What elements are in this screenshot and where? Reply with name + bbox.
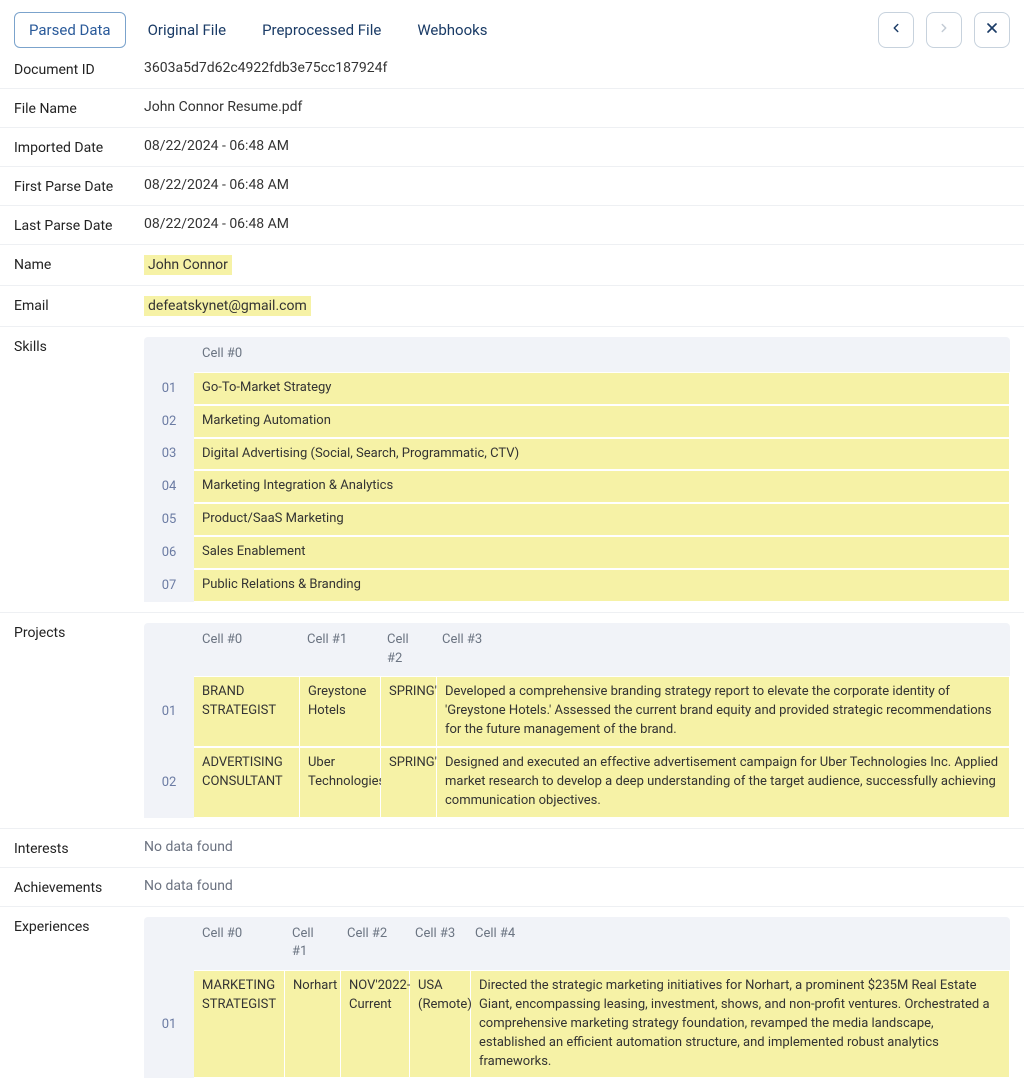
skill-cell: Marketing Integration & Analytics (194, 471, 1009, 502)
label-skills: Skills (14, 337, 132, 355)
project-company: Greystone Hotels (300, 677, 380, 746)
value-first-parse-date: 08/22/2024 - 06:48 AM (144, 177, 1010, 193)
row-last-parse-date: Last Parse Date 08/22/2024 - 06:48 AM (0, 206, 1024, 245)
table-row: 01BRAND STRATEGISTGreystone HotelsSPRING… (144, 676, 1010, 747)
chevron-left-icon (889, 21, 903, 39)
row-num: 05 (144, 503, 194, 536)
skill-cell: Go-To-Market Strategy (194, 373, 1009, 404)
label-interests: Interests (14, 839, 132, 857)
exp-header-cell-2: Cell #2 (339, 917, 407, 971)
experiences-grid: Cell #0 Cell #1 Cell #2 Cell #3 Cell #4 … (144, 917, 1010, 1079)
projects-header-cell-0: Cell #0 (194, 623, 299, 677)
chevron-right-icon (937, 21, 951, 39)
row-first-parse-date: First Parse Date 08/22/2024 - 06:48 AM (0, 167, 1024, 206)
value-imported-date: 08/22/2024 - 06:48 AM (144, 138, 1010, 154)
tab-preprocessed-file[interactable]: Preprocessed File (248, 13, 395, 47)
row-imported-date: Imported Date 08/22/2024 - 06:48 AM (0, 128, 1024, 167)
row-num: 06 (144, 536, 194, 569)
project-company: Uber Technologies (300, 748, 380, 817)
table-row: 02ADVERTISING CONSULTANTUber Technologie… (144, 747, 1010, 818)
skills-grid: Cell #0 01Go-To-Market Strategy02Marketi… (144, 337, 1010, 602)
value-email: defeatskynet@gmail.com (144, 296, 1010, 316)
projects-grid: Cell #0 Cell #1 Cell #2 Cell #3 01BRAND … (144, 623, 1010, 818)
row-num: 02 (144, 747, 194, 818)
close-button[interactable] (974, 12, 1010, 48)
row-num: 07 (144, 569, 194, 602)
exp-header-cell-0: Cell #0 (194, 917, 284, 971)
label-document-id: Document ID (14, 60, 132, 78)
row-num: 04 (144, 470, 194, 503)
row-num: 03 (144, 438, 194, 471)
table-row: 07Public Relations & Branding (144, 569, 1010, 602)
project-role: BRAND STRATEGIST (194, 677, 299, 746)
value-last-parse-date: 08/22/2024 - 06:48 AM (144, 216, 1010, 232)
skill-cell: Product/SaaS Marketing (194, 504, 1009, 535)
exp-period: NOV'2022-Current (341, 971, 409, 1077)
label-experiences: Experiences (14, 917, 132, 935)
table-row: 04Marketing Integration & Analytics (144, 470, 1010, 503)
row-num: 01 (144, 676, 194, 747)
value-document-id: 3603a5d7d62c4922fdb3e75cc187924f (144, 60, 1010, 76)
projects-header-cell-2: Cell #2 (379, 623, 434, 677)
row-projects: Projects Cell #0 Cell #1 Cell #2 Cell #3… (0, 613, 1024, 829)
value-interests: No data found (144, 839, 1010, 855)
row-num: 01 (144, 970, 194, 1078)
project-role: ADVERTISING CONSULTANT (194, 748, 299, 817)
close-icon (984, 20, 1000, 40)
row-experiences: Experiences Cell #0 Cell #1 Cell #2 Cell… (0, 907, 1024, 1088)
value-achievements: No data found (144, 878, 1010, 894)
tab-parsed-data[interactable]: Parsed Data (14, 12, 126, 48)
project-period: SPRING'16 (381, 748, 436, 817)
value-name: John Connor (144, 255, 1010, 275)
table-row: 05Product/SaaS Marketing (144, 503, 1010, 536)
label-last-parse-date: Last Parse Date (14, 216, 132, 234)
next-button[interactable] (926, 12, 962, 48)
row-num: 02 (144, 405, 194, 438)
label-first-parse-date: First Parse Date (14, 177, 132, 195)
label-file-name: File Name (14, 99, 132, 117)
table-row: 02Marketing Automation (144, 405, 1010, 438)
skill-cell: Digital Advertising (Social, Search, Pro… (194, 439, 1009, 470)
prev-button[interactable] (878, 12, 914, 48)
table-row: 03Digital Advertising (Social, Search, P… (144, 438, 1010, 471)
table-row: 01Go-To-Market Strategy (144, 372, 1010, 405)
row-interests: Interests No data found (0, 829, 1024, 868)
project-desc: Designed and executed an effective adver… (437, 748, 1009, 817)
projects-header-cell-3: Cell #3 (434, 623, 1010, 677)
exp-location: USA (Remote) (410, 971, 470, 1077)
label-achievements: Achievements (14, 878, 132, 896)
tab-webhooks[interactable]: Webhooks (403, 13, 501, 47)
exp-header-cell-1: Cell #1 (284, 917, 339, 971)
label-name: Name (14, 255, 132, 273)
row-file-name: File Name John Connor Resume.pdf (0, 89, 1024, 128)
projects-header-cell-1: Cell #1 (299, 623, 379, 677)
row-skills: Skills Cell #0 01Go-To-Market Strategy02… (0, 327, 1024, 613)
label-imported-date: Imported Date (14, 138, 132, 156)
row-achievements: Achievements No data found (0, 868, 1024, 907)
row-num: 01 (144, 372, 194, 405)
exp-role: MARKETING STRATEGIST (194, 971, 284, 1077)
skills-header-cell-0: Cell #0 (194, 337, 1010, 372)
row-document-id: Document ID 3603a5d7d62c4922fdb3e75cc187… (0, 50, 1024, 89)
value-file-name: John Connor Resume.pdf (144, 99, 1010, 115)
skill-cell: Public Relations & Branding (194, 570, 1009, 601)
row-name: Name John Connor (0, 245, 1024, 286)
skill-cell: Marketing Automation (194, 406, 1009, 437)
table-row: 06Sales Enablement (144, 536, 1010, 569)
exp-header-cell-3: Cell #3 (407, 917, 467, 971)
project-period: SPRING'16 (381, 677, 436, 746)
label-email: Email (14, 296, 132, 314)
exp-header-cell-4: Cell #4 (467, 917, 1010, 971)
row-email: Email defeatskynet@gmail.com (0, 286, 1024, 327)
tab-original-file[interactable]: Original File (134, 13, 240, 47)
skill-cell: Sales Enablement (194, 537, 1009, 568)
label-projects: Projects (14, 623, 132, 641)
project-desc: Developed a comprehensive branding strat… (437, 677, 1009, 746)
exp-company: Norhart (285, 971, 340, 1077)
exp-desc: Directed the strategic marketing initiat… (471, 971, 1009, 1077)
tab-bar: Parsed Data Original File Preprocessed F… (0, 0, 1024, 50)
table-row: 01MARKETING STRATEGISTNorhartNOV'2022-Cu… (144, 970, 1010, 1078)
